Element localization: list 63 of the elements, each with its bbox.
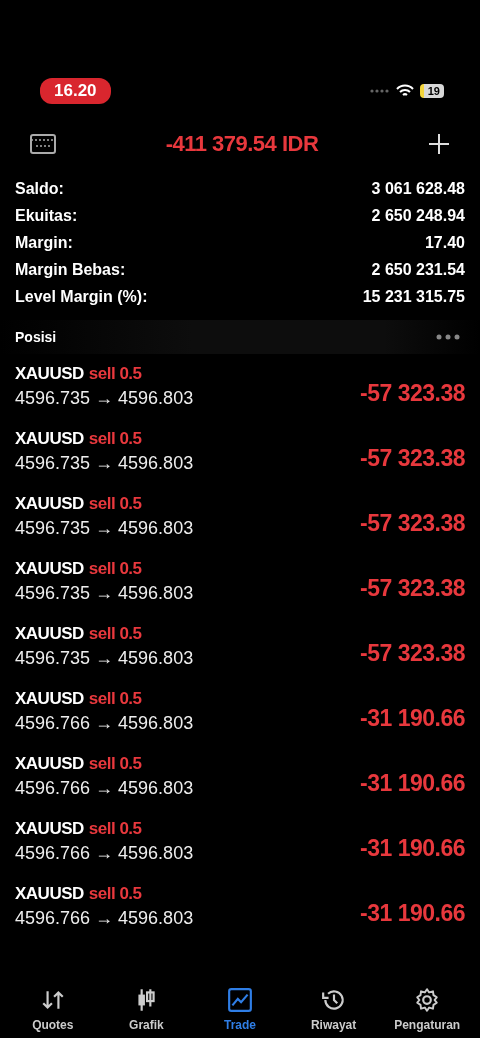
price-range: 4596.735 → 4596.803 bbox=[15, 388, 194, 409]
symbol: XAUUSD bbox=[15, 754, 84, 774]
settings-icon bbox=[414, 987, 441, 1013]
summary-value: 15 231 315.75 bbox=[362, 288, 465, 306]
history-icon bbox=[320, 987, 347, 1013]
price-range: 4596.766 → 4596.803 bbox=[15, 843, 194, 864]
price-range: 4596.766 → 4596.803 bbox=[15, 713, 194, 734]
profit: -57 323.38 bbox=[360, 640, 465, 667]
symbol: XAUUSD bbox=[15, 559, 84, 579]
chart-icon bbox=[227, 987, 253, 1013]
profit: -31 190.66 bbox=[360, 835, 465, 862]
price-range: 4596.735 → 4596.803 bbox=[15, 648, 194, 669]
summary-value: 2 650 248.94 bbox=[371, 207, 465, 225]
price-range: 4596.735 → 4596.803 bbox=[15, 453, 194, 474]
profit: -57 323.38 bbox=[360, 575, 465, 602]
symbol: XAUUSD bbox=[15, 429, 84, 449]
summary-label: Level Margin (%): bbox=[15, 288, 148, 306]
tab[interactable]: Riwayat bbox=[288, 987, 379, 1032]
symbol: XAUUSD bbox=[15, 884, 84, 904]
price-range: 4596.735 → 4596.803 bbox=[15, 518, 194, 539]
card-icon[interactable] bbox=[30, 134, 56, 154]
order-type: sell 0.5 bbox=[88, 429, 142, 449]
profit: -31 190.66 bbox=[360, 900, 465, 927]
order-type: sell 0.5 bbox=[88, 559, 142, 579]
balance: -411 379.54 IDR bbox=[165, 131, 319, 157]
order-type: sell 0.5 bbox=[88, 884, 142, 904]
summary-label: Margin Bebas: bbox=[15, 261, 126, 279]
profit: -57 323.38 bbox=[360, 380, 465, 407]
more-icon[interactable] bbox=[436, 334, 460, 340]
profit: -57 323.38 bbox=[360, 445, 465, 472]
add-icon[interactable] bbox=[428, 133, 450, 155]
summary-label: Ekuitas: bbox=[15, 207, 78, 225]
symbol: XAUUSD bbox=[15, 689, 84, 709]
summary-label: Margin: bbox=[15, 234, 73, 252]
battery-icon: 19 bbox=[419, 84, 444, 98]
order-type: sell 0.5 bbox=[88, 624, 142, 644]
summary-label: Saldo: bbox=[15, 180, 64, 198]
price-range: 4596.735 → 4596.803 bbox=[15, 583, 194, 604]
tab[interactable]: Grafik bbox=[101, 987, 192, 1032]
section-title: Posisi bbox=[15, 329, 57, 345]
tab[interactable]: Quotes bbox=[7, 987, 98, 1032]
order-type: sell 0.5 bbox=[88, 494, 142, 514]
signal-icon bbox=[369, 89, 390, 93]
summary-value: 3 061 628.48 bbox=[371, 180, 465, 198]
profit: -31 190.66 bbox=[360, 705, 465, 732]
tab[interactable]: Trade bbox=[195, 987, 285, 1032]
order-type: sell 0.5 bbox=[88, 689, 142, 709]
symbol: XAUUSD bbox=[15, 364, 84, 384]
symbol: XAUUSD bbox=[15, 624, 84, 644]
symbol: XAUUSD bbox=[15, 494, 84, 514]
status-time: 16.20 bbox=[40, 78, 111, 104]
summary-value: 17.40 bbox=[424, 234, 465, 252]
profit: -31 190.66 bbox=[360, 770, 465, 797]
profit: -57 323.38 bbox=[360, 510, 465, 537]
order-type: sell 0.5 bbox=[88, 364, 142, 384]
tab[interactable]: Pengaturan bbox=[382, 987, 473, 1032]
symbol: XAUUSD bbox=[15, 819, 84, 839]
price-range: 4596.766 → 4596.803 bbox=[15, 778, 194, 799]
order-type: sell 0.5 bbox=[88, 754, 142, 774]
price-range: 4596.766 → 4596.803 bbox=[15, 908, 194, 929]
order-type: sell 0.5 bbox=[88, 819, 142, 839]
wifi-icon bbox=[395, 84, 414, 98]
summary-value: 2 650 231.54 bbox=[371, 261, 465, 279]
